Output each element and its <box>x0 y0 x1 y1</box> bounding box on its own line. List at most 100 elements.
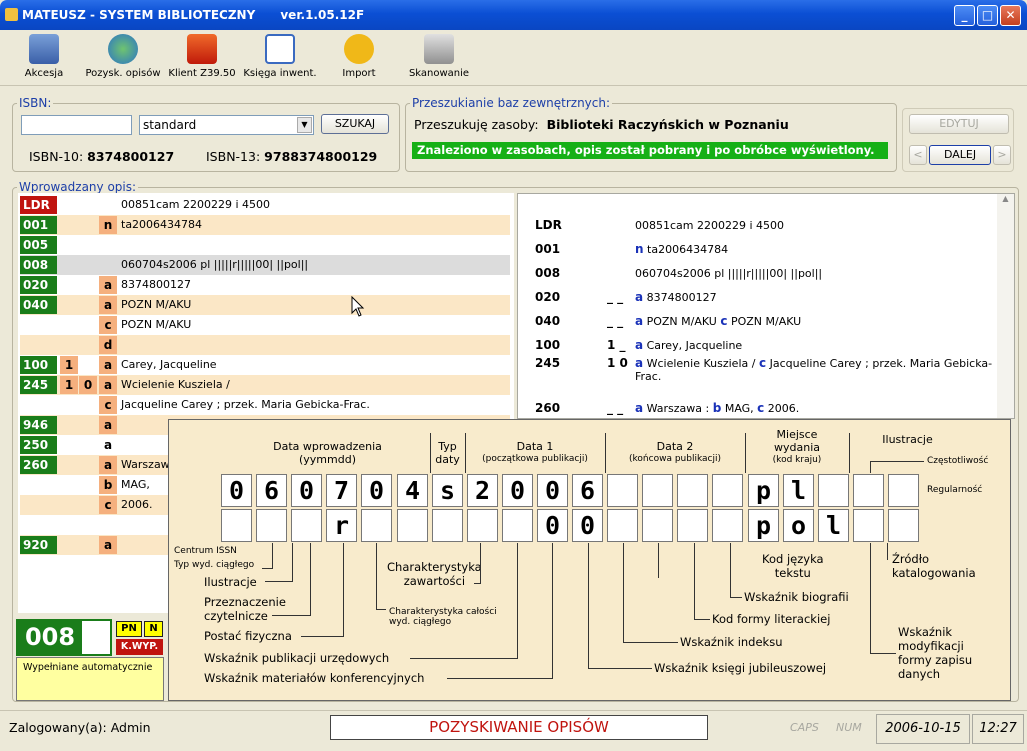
marc-row[interactable]: 020 a 8374800127 <box>20 275 510 295</box>
field-008-position-box[interactable] <box>502 509 533 542</box>
marc-subfield-code[interactable]: b <box>99 476 117 494</box>
marc-value[interactable]: 2006. <box>121 498 153 511</box>
marc-value[interactable]: POZN M/AKU <box>121 298 191 311</box>
marc-value[interactable]: Warszaw <box>121 458 170 471</box>
toolbar-ksiega-button[interactable]: Księga inwent. <box>241 34 319 79</box>
field-008-position-box[interactable]: 7 <box>326 474 357 507</box>
field-008-position-box[interactable] <box>677 509 708 542</box>
field-008-position-box[interactable] <box>256 509 287 542</box>
field-008-position-box[interactable]: p <box>748 474 779 507</box>
toolbar-pozysk-button[interactable]: Pozysk. opisów <box>83 34 163 79</box>
toolbar-import-button[interactable]: Import <box>324 34 394 79</box>
marc-value[interactable]: 00851cam 2200229 i 4500 <box>121 198 270 211</box>
field-008-position-box[interactable] <box>361 509 392 542</box>
marc-subfield-code[interactable]: c <box>99 496 117 514</box>
field-008-position-box[interactable] <box>642 474 673 507</box>
marc-tag[interactable]: LDR <box>20 196 57 214</box>
marc-tag[interactable]: 001 <box>20 216 57 234</box>
field-008-position-box[interactable]: 4 <box>397 474 428 507</box>
marc-tag[interactable]: 008 <box>20 256 57 274</box>
marc-row[interactable]: 008 060704s2006 pl |||||r|||||00| ||pol|| <box>20 255 510 275</box>
field-008-position-box[interactable]: p <box>748 509 779 542</box>
field-008-position-box[interactable] <box>467 509 498 542</box>
marc-row[interactable]: d <box>20 335 510 355</box>
marc-subfield-code[interactable]: d <box>99 336 117 354</box>
toolbar-akcesja-button[interactable]: Akcesja <box>9 34 79 79</box>
field-008-position-box[interactable] <box>888 474 919 507</box>
marc-tag[interactable]: 005 <box>20 236 57 254</box>
search-button[interactable]: SZUKAJ <box>321 114 389 134</box>
marc-row[interactable]: 245 1 0 a Wcielenie Kusziela / <box>20 375 510 395</box>
n-badge[interactable]: N <box>144 621 163 637</box>
field-008-position-box[interactable] <box>712 474 743 507</box>
field-008-position-box[interactable] <box>712 509 743 542</box>
marc-value[interactable]: 060704s2006 pl |||||r|||||00| ||pol|| <box>121 258 308 271</box>
field-008-position-box[interactable] <box>818 474 849 507</box>
next-button[interactable]: DALEJ <box>929 145 991 165</box>
marc-subfield-code[interactable]: a <box>99 356 117 374</box>
field-008-position-box[interactable]: 0 <box>361 474 392 507</box>
marc-indicator1[interactable]: 1 <box>60 356 78 374</box>
field-008-position-box[interactable]: 6 <box>256 474 287 507</box>
marc-indicator2[interactable]: 0 <box>79 376 97 394</box>
marc-row[interactable]: c POZN M/AKU <box>20 315 510 335</box>
marc-subfield-code[interactable]: a <box>99 416 117 434</box>
marc-indicator1[interactable]: 1 <box>60 376 78 394</box>
marc-value[interactable]: MAG, <box>121 478 150 491</box>
field-008-position-box[interactable]: o <box>783 509 814 542</box>
marc-value[interactable]: Wcielenie Kusziela / <box>121 378 230 391</box>
marc-tag[interactable]: 040 <box>20 296 57 314</box>
marc-subfield-code[interactable]: a <box>99 536 117 554</box>
field-008-position-box[interactable]: s <box>432 474 463 507</box>
field-008-position-box[interactable]: 0 <box>572 509 603 542</box>
field-008-position-box[interactable]: 0 <box>291 474 322 507</box>
preview-scrollbar[interactable]: ▲ <box>997 194 1014 418</box>
toolbar-skanowanie-button[interactable]: Skanowanie <box>404 34 474 79</box>
kwyp-badge[interactable]: K.WYP. <box>116 639 163 655</box>
field-008-position-box[interactable]: 2 <box>467 474 498 507</box>
field-008-position-box[interactable]: 0 <box>502 474 533 507</box>
marc-subfield-code[interactable]: a <box>99 456 117 474</box>
marc-subfield-code[interactable]: a <box>99 296 117 314</box>
field-008-position-box[interactable]: l <box>783 474 814 507</box>
field-008-position-box[interactable] <box>853 509 884 542</box>
field-008-position-box[interactable] <box>607 474 638 507</box>
marc-value[interactable]: Jacqueline Carey ; przek. Maria Gebicka-… <box>121 398 370 411</box>
marc-row[interactable]: 005 <box>20 235 510 255</box>
field-008-position-box[interactable]: l <box>818 509 849 542</box>
marc-row[interactable]: 100 1 a Carey, Jacqueline <box>20 355 510 375</box>
search-type-select[interactable]: standard ▼ <box>139 115 314 135</box>
field-008-position-box[interactable] <box>677 474 708 507</box>
marc-value[interactable]: ta2006434784 <box>121 218 202 231</box>
next-arrow-button[interactable]: > <box>993 145 1011 165</box>
field-008-position-box[interactable] <box>853 474 884 507</box>
marc-row[interactable]: c Jacqueline Carey ; przek. Maria Gebicka… <box>20 395 510 415</box>
field-008-position-box[interactable]: 0 <box>221 474 252 507</box>
marc-subfield-code[interactable]: a <box>99 376 117 394</box>
marc-subfield-code[interactable]: a <box>99 436 117 454</box>
marc-value[interactable]: Carey, Jacqueline <box>121 358 217 371</box>
field-008-position-box[interactable]: 0 <box>537 509 568 542</box>
marc-subfield-code[interactable]: c <box>99 396 117 414</box>
marc-subfield-code[interactable]: n <box>99 216 117 234</box>
marc-tag[interactable]: 250 <box>20 436 57 454</box>
close-button[interactable]: ✕ <box>1000 5 1021 26</box>
marc-subfield-code[interactable] <box>99 236 117 254</box>
marc-tag[interactable]: 245 <box>20 376 57 394</box>
marc-value[interactable]: 8374800127 <box>121 278 191 291</box>
marc-subfield-code[interactable]: c <box>99 316 117 334</box>
maximize-button[interactable]: □ <box>977 5 998 26</box>
isbn-input[interactable] <box>21 115 132 135</box>
marc-subfield-code[interactable]: a <box>99 276 117 294</box>
field-008-position-box[interactable]: r <box>326 509 357 542</box>
field-008-position-box[interactable] <box>888 509 919 542</box>
marc-row[interactable]: 001 n ta2006434784 <box>20 215 510 235</box>
minimize-button[interactable]: _ <box>954 5 975 26</box>
pn-badge[interactable]: PN <box>116 621 142 637</box>
field-008-position-box[interactable] <box>432 509 463 542</box>
field-008-position-box[interactable] <box>642 509 673 542</box>
field-008-position-box[interactable]: 0 <box>537 474 568 507</box>
marc-tag[interactable]: 020 <box>20 276 57 294</box>
toolbar-klient-button[interactable]: Klient Z39.50 <box>166 34 238 79</box>
marc-row[interactable]: 040 a POZN M/AKU <box>20 295 510 315</box>
